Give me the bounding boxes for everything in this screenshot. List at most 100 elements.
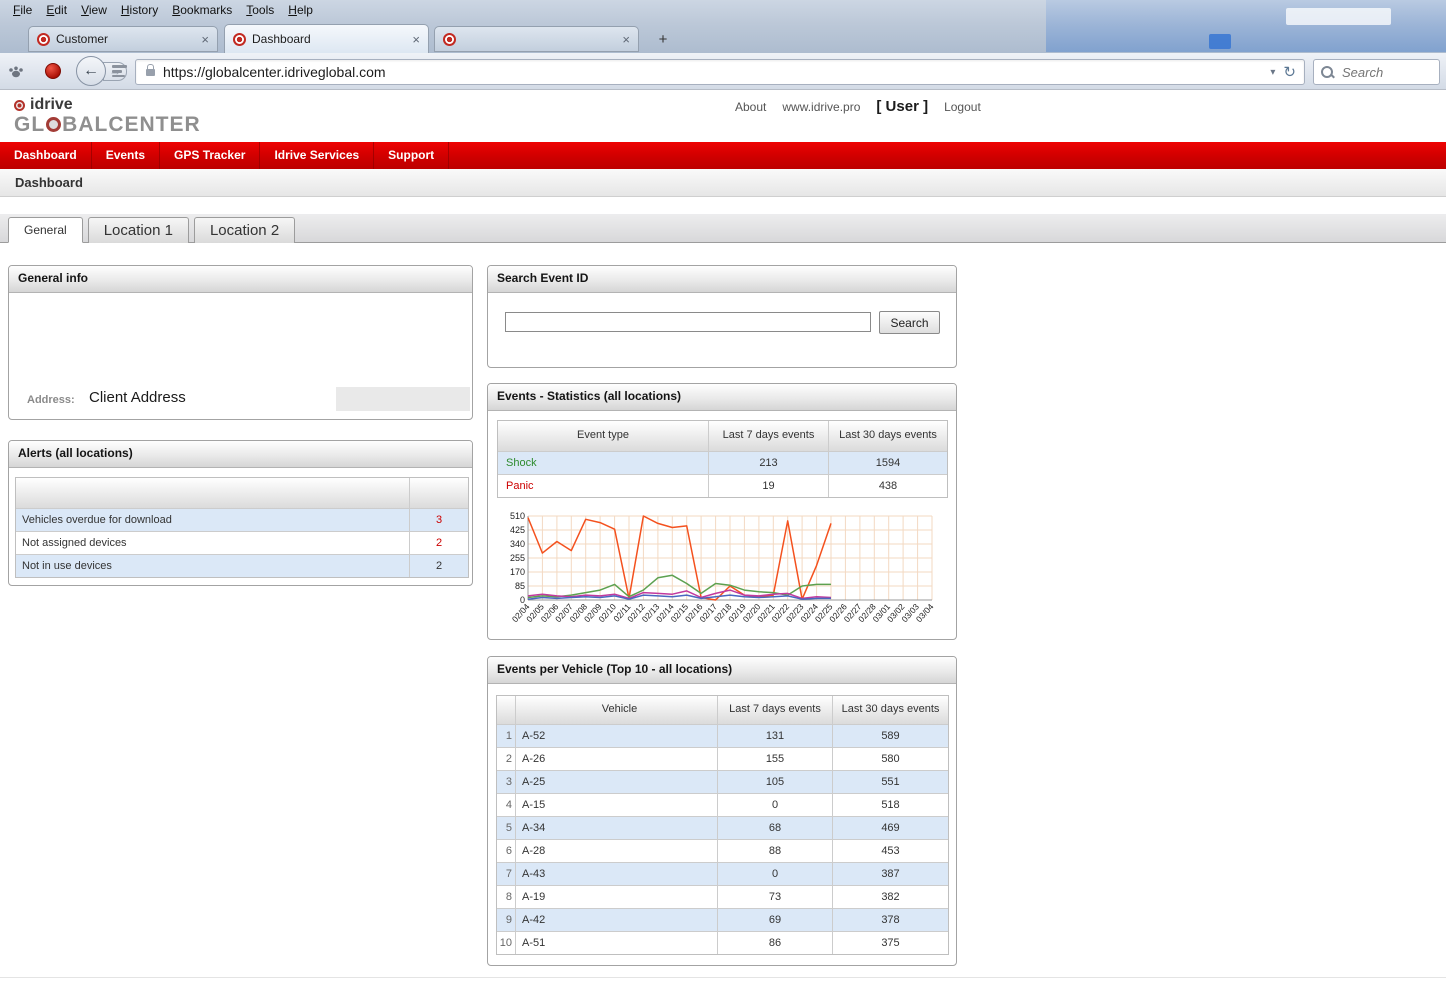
alert-value: 3 [409,508,468,531]
vehicle-row-a-43: 7A-430387 [497,862,948,885]
browser-tab-customer[interactable]: Customer× [28,26,218,52]
vehicle-name: A-51 [515,931,717,954]
brand-target-icon [14,100,25,111]
vehicle-rank: 5 [497,816,515,839]
browser-search-bar[interactable] [1313,59,1440,85]
browser-tab-title: Dashboard [252,32,406,46]
nav-events[interactable]: Events [92,142,160,169]
location-tabstrip: GeneralLocation 1Location 2 [0,214,1446,243]
nav-idrive-services[interactable]: Idrive Services [260,142,374,169]
site-favicon-icon [37,33,50,46]
vehicle-name: A-28 [515,839,717,862]
alerts-title: Alerts (all locations) [9,441,472,468]
vehicle-last30: 580 [832,747,948,770]
vehicle-last30: 387 [832,862,948,885]
brand-globe-icon [46,117,61,132]
vehicle-rank: 10 [497,931,515,954]
stats-row-panic: Panic19438 [498,474,947,497]
vehicle-name: A-52 [515,724,717,747]
stats-last7-value: 19 [708,474,828,497]
vehicle-rank: 7 [497,862,515,885]
tab-close-icon[interactable]: × [622,33,630,46]
menu-tools[interactable]: Tools [239,2,281,18]
header-link-about[interactable]: About [735,100,766,114]
header-link-user[interactable]: [ User ] [876,98,928,115]
brand-balcenter: BALCENTER [62,113,201,136]
paw-extension-icon[interactable] [8,64,24,83]
nav-gps-tracker[interactable]: GPS Tracker [160,142,260,169]
new-tab-button[interactable]: + [652,31,674,49]
vehicle-last30: 375 [832,931,948,954]
tab-location-2[interactable]: Location 2 [194,217,295,243]
svg-text:510: 510 [510,511,525,521]
alert-row-not-in-use-devices[interactable]: Not in use devices2 [16,554,468,577]
search-icon [1321,66,1333,78]
tab-general[interactable]: General [8,217,83,243]
alerts-header-label [16,478,409,508]
vehicle-row-a-15: 4A-150518 [497,793,948,816]
svg-text:340: 340 [510,539,525,549]
vehicle-last7: 105 [717,770,832,793]
header-link-www-idrive-pro[interactable]: www.idrive.pro [782,100,860,114]
menu-view[interactable]: View [74,2,114,18]
nav-support[interactable]: Support [374,142,449,169]
nav-dashboard[interactable]: Dashboard [0,142,92,169]
vehicle-last7: 86 [717,931,832,954]
browser-search-input[interactable] [1340,64,1424,81]
browser-tab-dashboard[interactable]: Dashboard × [224,24,429,53]
event-id-input[interactable] [505,312,871,332]
stats-last30-value: 1594 [828,451,947,474]
site-favicon-icon [443,33,456,46]
vehicle-header-last30: Last 30 days events [832,696,948,724]
vehicle-row-a-34: 5A-3468469 [497,816,948,839]
vehicle-name: A-25 [515,770,717,793]
menu-file[interactable]: File [6,2,39,18]
url-bar[interactable]: https://globalcenter.idriveglobal.com ▾ … [135,59,1305,85]
toolbar-tiles-icon[interactable] [112,64,127,82]
address-field-background [336,387,470,411]
event-search-button[interactable]: Search [879,311,940,334]
browser-tab-blank[interactable]: × [434,26,639,52]
tab-close-icon[interactable]: × [412,33,420,46]
browser-chrome: FileEditViewHistoryBookmarksToolsHelp Cu… [0,0,1446,53]
tab-location-1[interactable]: Location 1 [88,217,189,243]
menu-bookmarks[interactable]: Bookmarks [165,2,239,18]
vehicle-last7: 0 [717,862,832,885]
vehicle-row-a-42: 9A-4269378 [497,908,948,931]
alert-row-not-assigned-devices[interactable]: Not assigned devices2 [16,531,468,554]
tab-close-icon[interactable]: × [201,33,209,46]
vehicle-rank: 8 [497,885,515,908]
vehicle-row-a-28: 6A-2888453 [497,839,948,862]
menu-help[interactable]: Help [281,2,320,18]
site-logo[interactable]: idrive GLBALCENTER [14,96,201,135]
reload-icon[interactable]: ↻ [1283,63,1298,81]
lock-icon [146,69,155,76]
url-dropdown-icon[interactable]: ▾ [1270,67,1275,78]
svg-text:425: 425 [510,525,525,535]
events-chart: 08517025534042551002/0402/0502/0602/0702… [502,510,938,636]
events-statistics-panel: Events - Statistics (all locations) Even… [487,383,957,640]
back-button[interactable]: ← [76,56,106,86]
page-bottom-divider [0,977,1446,978]
menu-history[interactable]: History [114,2,165,18]
address-label: Address: [27,394,75,406]
alert-label: Vehicles overdue for download [16,508,409,531]
vehicle-rank: 1 [497,724,515,747]
brand-centerline: GLBALCENTER [14,115,201,135]
search-event-title: Search Event ID [488,266,956,293]
alerts-table: Vehicles overdue for download3Not assign… [15,477,469,578]
red-dot-extension-icon[interactable] [45,63,61,79]
alert-row-vehicles-overdue-for-download[interactable]: Vehicles overdue for download3 [16,508,468,531]
vehicle-last30: 378 [832,908,948,931]
general-info-title: General info [9,266,472,293]
menu-edit[interactable]: Edit [39,2,74,18]
vehicle-last7: 73 [717,885,832,908]
header-link-logout[interactable]: Logout [944,100,981,114]
alert-label: Not assigned devices [16,531,409,554]
events-statistics-table: Event typeLast 7 days eventsLast 30 days… [497,420,948,498]
url-text[interactable]: https://globalcenter.idriveglobal.com [163,64,1262,80]
vehicle-header-rank [497,696,515,724]
stats-last30-value: 438 [828,474,947,497]
vehicle-name: A-34 [515,816,717,839]
alerts-panel: Alerts (all locations) Vehicles overdue … [8,440,473,586]
